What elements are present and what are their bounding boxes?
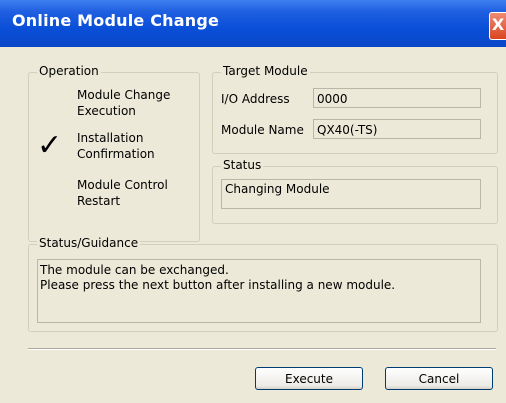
io-address-label: I/O Address (221, 92, 290, 106)
status-guidance-group: Status/Guidance The module can be exchan… (28, 236, 498, 332)
status-guidance-legend: Status/Guidance (37, 236, 141, 250)
checkmark-icon: ✓ (37, 128, 63, 163)
cancel-button[interactable]: Cancel (385, 367, 493, 390)
io-address-field: 0000 (313, 88, 481, 108)
status-field: Changing Module (221, 179, 481, 209)
separator (28, 348, 496, 350)
step-module-change-execution: Module Change Execution (77, 88, 171, 118)
online-module-change-dialog: Online Module Change X Operation Module … (0, 0, 506, 403)
guidance-text: The module can be exchanged. Please pres… (37, 259, 481, 323)
close-icon[interactable]: X (489, 12, 506, 40)
module-name-label: Module Name (221, 123, 304, 137)
operation-group: Operation Module Change Execution ✓ Inst… (28, 64, 200, 242)
window-title: Online Module Change (12, 11, 220, 30)
status-group: Status Changing Module (212, 158, 498, 224)
module-name-field: QX40(-TS) (313, 119, 481, 139)
step-installation-confirmation: Installation Confirmation (77, 131, 155, 161)
execute-button[interactable]: Execute (255, 367, 363, 390)
status-legend: Status (221, 158, 264, 172)
operation-legend: Operation (37, 64, 101, 78)
step-module-control-restart: Module Control Restart (77, 178, 168, 208)
target-module-group: Target Module I/O Address 0000 Module Na… (212, 64, 498, 154)
target-module-legend: Target Module (221, 64, 310, 78)
title-bar[interactable]: Online Module Change X (0, 0, 506, 47)
dialog-body: Operation Module Change Execution ✓ Inst… (0, 47, 506, 403)
